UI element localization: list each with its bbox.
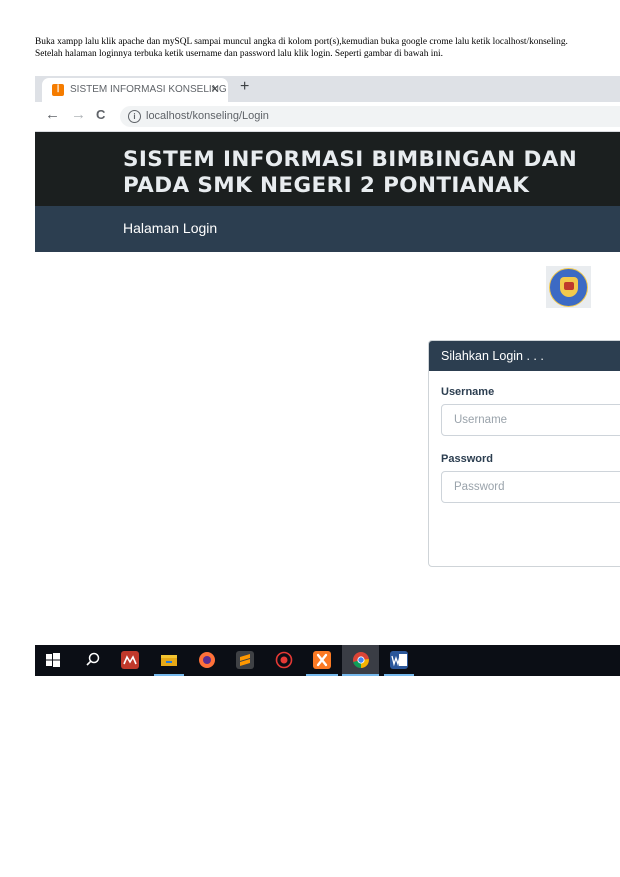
- password-input[interactable]: [441, 471, 620, 503]
- url-field[interactable]: i localhost/konseling/Login: [120, 106, 620, 127]
- site-title-line2: PADA SMK NEGERI 2 PONTIANAK: [123, 173, 530, 198]
- login-card: Silahkan Login . . . Username Password: [428, 340, 620, 567]
- tut-wuri-handayani-logo: [546, 266, 591, 308]
- logo-emblem: [549, 268, 588, 307]
- windows-taskbar: [35, 645, 620, 676]
- login-card-header: Silahkan Login . . .: [429, 341, 620, 371]
- login-heading: Silahkan Login . . .: [441, 349, 544, 363]
- url-text: localhost/konseling/Login: [146, 110, 269, 122]
- navbar: Halaman Login: [35, 206, 620, 252]
- username-label: Username: [441, 386, 495, 398]
- xampp-icon[interactable]: [313, 651, 331, 669]
- username-input[interactable]: [441, 404, 620, 436]
- forward-icon[interactable]: →: [71, 106, 86, 123]
- logo-mark: [564, 282, 574, 290]
- instruction-paragraph: Buka xampp lalu klik apache dan mySQL sa…: [35, 37, 568, 59]
- taskbar-active-indicator: [384, 674, 414, 676]
- browser-screenshot: ꟾ SISTEM INFORMASI KONSELING × + ← → C i…: [35, 76, 620, 676]
- search-icon[interactable]: [84, 651, 102, 669]
- password-label: Password: [441, 453, 493, 465]
- new-tab-button[interactable]: +: [240, 78, 249, 96]
- xampp-icon: ꟾ: [52, 84, 64, 96]
- sublime-text-icon[interactable]: [236, 651, 254, 669]
- logo-shield: [560, 277, 578, 297]
- word-icon[interactable]: [390, 651, 408, 669]
- nav-login-link[interactable]: Halaman Login: [123, 220, 217, 236]
- site-title-line1: SISTEM INFORMASI BIMBINGAN DAN: [123, 147, 578, 172]
- app-icon[interactable]: [275, 651, 293, 669]
- site-title: SISTEM INFORMASI BIMBINGAN DAN PADA SMK …: [123, 147, 577, 199]
- windows-start-icon[interactable]: [46, 653, 60, 667]
- file-explorer-icon[interactable]: [160, 651, 178, 669]
- site-header: SISTEM INFORMASI BIMBINGAN DAN PADA SMK …: [35, 132, 620, 206]
- browser-tabbar: ꟾ SISTEM INFORMASI KONSELING × +: [35, 76, 620, 102]
- taskbar-active-indicator: [154, 674, 184, 676]
- back-icon[interactable]: ←: [45, 106, 60, 123]
- chrome-icon[interactable]: [352, 651, 370, 669]
- firefox-icon[interactable]: [198, 651, 216, 669]
- browser-tab[interactable]: ꟾ SISTEM INFORMASI KONSELING ×: [42, 78, 228, 102]
- taskbar-active-indicator: [342, 674, 379, 676]
- app-icon[interactable]: [121, 651, 139, 669]
- taskbar-active-indicator: [306, 674, 338, 676]
- tab-title: SISTEM INFORMASI KONSELING: [70, 84, 227, 95]
- reload-icon[interactable]: C: [96, 107, 105, 122]
- info-icon[interactable]: i: [128, 110, 141, 123]
- address-bar: ← → C i localhost/konseling/Login: [35, 102, 620, 132]
- close-tab-icon[interactable]: ×: [211, 81, 219, 96]
